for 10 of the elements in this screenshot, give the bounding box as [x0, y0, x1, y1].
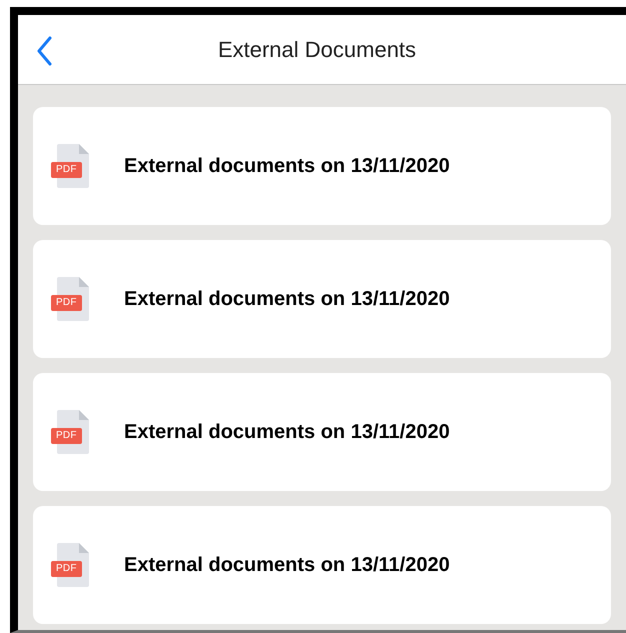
document-card[interactable]: PDF External documents on 13/11/2020: [33, 240, 611, 358]
document-title: External documents on 13/11/2020: [124, 154, 450, 179]
screen-title: External Documents: [218, 36, 418, 64]
document-title: External documents on 13/11/2020: [124, 553, 450, 578]
document-card[interactable]: PDF External documents on 13/11/2020: [33, 373, 611, 491]
document-card[interactable]: PDF External documents on 13/11/2020: [33, 506, 611, 624]
chevron-left-icon: [36, 36, 52, 66]
document-title: External documents on 13/11/2020: [124, 287, 450, 312]
document-title: External documents on 13/11/2020: [124, 420, 450, 445]
document-card[interactable]: PDF External documents on 13/11/2020: [33, 107, 611, 225]
